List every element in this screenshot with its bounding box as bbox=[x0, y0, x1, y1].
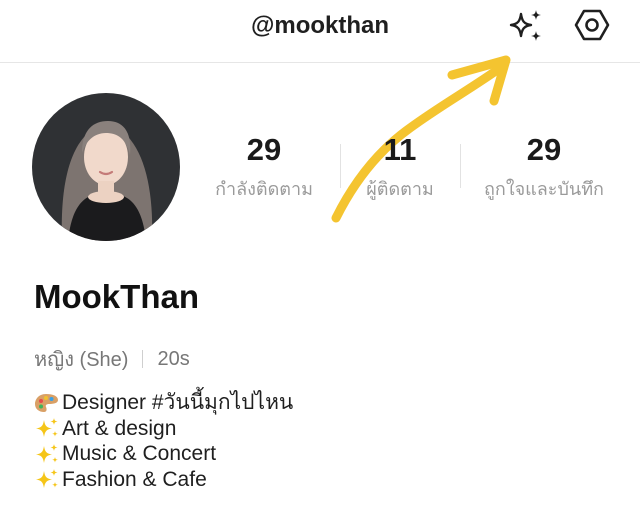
bio-text: Designer #วันนี้มุกไปไหน bbox=[62, 391, 294, 414]
sparkles-icon bbox=[36, 443, 58, 463]
stat-followers[interactable]: 11 ผู้ติดตาม bbox=[350, 130, 450, 203]
profile-meta: หญิง (She) 20s bbox=[34, 343, 190, 375]
settings-button[interactable] bbox=[572, 6, 612, 46]
stat-divider bbox=[460, 144, 461, 188]
bio-text: Art & design bbox=[62, 416, 177, 440]
avatar[interactable] bbox=[32, 93, 180, 241]
profile-name: MookThan bbox=[34, 278, 199, 315]
stat-following-label: กำลังติดตาม bbox=[215, 179, 313, 199]
bio-line: Designer #วันนี้มุกไปไหน bbox=[34, 390, 293, 416]
stat-followers-label: ผู้ติดตาม bbox=[366, 179, 434, 199]
meta-divider bbox=[142, 350, 144, 368]
palette-icon bbox=[35, 393, 58, 412]
stat-likes-saves[interactable]: 29 ถูกใจและบันทึก bbox=[478, 130, 610, 203]
hexagon-settings-icon bbox=[574, 9, 610, 41]
sparkles-icon bbox=[36, 418, 58, 438]
bio-line: Fashion & Cafe bbox=[34, 467, 293, 493]
bio-text: Music & Concert bbox=[62, 442, 217, 465]
age-range: 20s bbox=[157, 347, 190, 370]
sparkles-icon bbox=[36, 469, 58, 489]
bio-line: Art & design bbox=[34, 416, 293, 442]
top-header: @mookthan bbox=[0, 0, 640, 63]
stat-likes-count: 29 bbox=[526, 132, 562, 167]
bio-line: Music & Concert bbox=[34, 441, 293, 467]
stat-divider bbox=[340, 144, 341, 188]
stat-likes-label: ถูกใจและบันทึก bbox=[484, 179, 604, 199]
stat-following[interactable]: 29 กำลังติดตาม bbox=[208, 130, 320, 203]
bio-text: Fashion & Cafe bbox=[62, 467, 207, 491]
profile-photo bbox=[32, 93, 180, 241]
stat-followers-count: 11 bbox=[383, 132, 417, 167]
sparkles-icon bbox=[509, 10, 541, 41]
profile-bio: Designer #วันนี้มุกไปไหน Art & design Mu… bbox=[34, 390, 293, 492]
sparkles-button[interactable] bbox=[506, 6, 546, 46]
stat-following-count: 29 bbox=[246, 132, 282, 167]
gender-pronoun: หญิง (She) bbox=[34, 349, 129, 371]
